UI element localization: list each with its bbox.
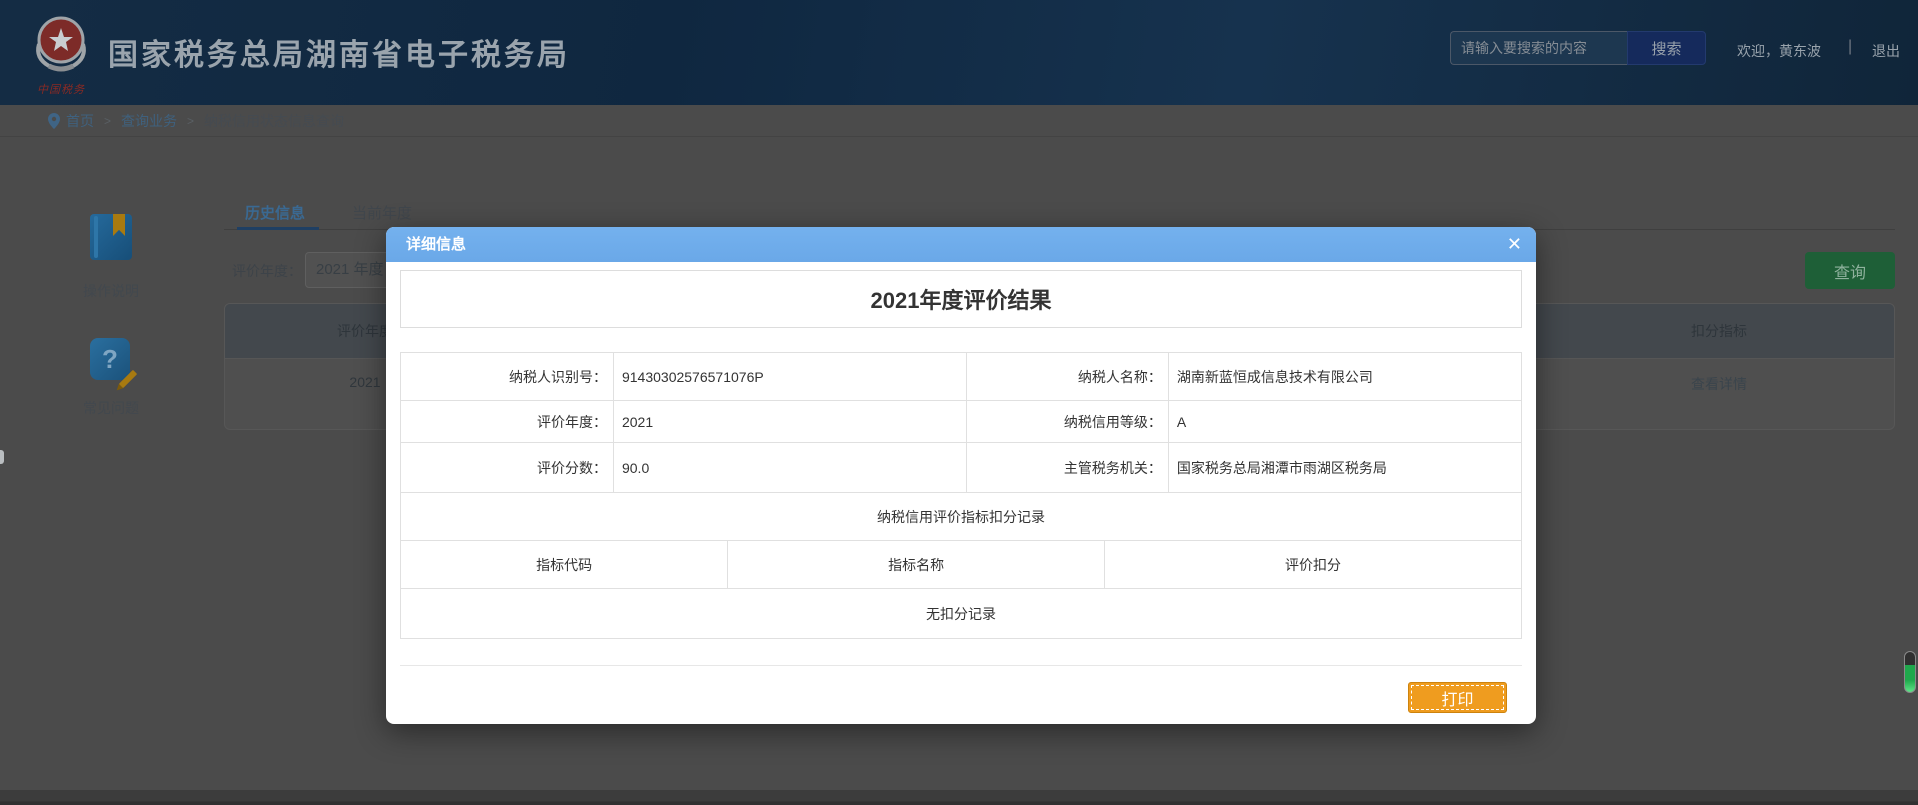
breadcrumb-separator: > (187, 114, 194, 128)
book-icon[interactable] (90, 214, 132, 260)
modal-title: 详细信息 (406, 236, 466, 253)
evaluation-year-label: 评价年度： (401, 401, 614, 443)
tab-current-year[interactable]: 当前年度 (352, 202, 412, 223)
column-evaluation-deduction: 评价扣分 (1104, 541, 1521, 589)
breadcrumb-current: 纳税信用状态信息查询 (204, 111, 344, 131)
credit-grade-value: A (1168, 401, 1521, 443)
header-divider: | (1848, 38, 1852, 56)
table-row: 评价分数： 90.0 主管税务机关： 国家税务总局湘潭市雨湖区税务局 (401, 443, 1522, 493)
tab-history-info[interactable]: 历史信息 (245, 202, 305, 223)
deduction-table: 指标代码 指标名称 评价扣分 无扣分记录 (400, 540, 1522, 639)
detail-modal: 详细信息 ✕ 2021年度评价结果 纳税人识别号： 91430302576571… (386, 227, 1536, 724)
sidebar-item-instructions[interactable]: 操作说明 (51, 281, 171, 301)
site-header: 中国税务 国家税务总局湖南省电子税务局 搜索 欢迎，黄东波 | 退出 (0, 0, 1918, 105)
evaluation-info-table: 纳税人识别号： 91430302576571076P 纳税人名称： 湖南新蓝恒成… (400, 352, 1522, 541)
scroll-indicator[interactable] (1904, 651, 1916, 693)
evaluation-year-label: 评价年度： (232, 261, 302, 281)
modal-title-bar: 详细信息 ✕ (386, 227, 1536, 262)
column-indicator-code: 指标代码 (401, 541, 728, 589)
deduction-section-title: 纳税信用评价指标扣分记录 (401, 493, 1522, 541)
deduction-table-header: 指标代码 指标名称 评价扣分 (401, 541, 1522, 589)
breadcrumb-home[interactable]: 首页 (66, 111, 94, 131)
view-details-link[interactable]: 查看详情 (1544, 374, 1894, 394)
breadcrumb-query-business[interactable]: 查询业务 (121, 111, 177, 131)
evaluation-score-label: 评价分数： (401, 443, 614, 493)
active-tab-underline (237, 227, 319, 230)
welcome-text: 欢迎，黄东波 (1737, 41, 1821, 61)
evaluation-result-heading: 2021年度评价结果 (400, 270, 1522, 328)
national-emblem-icon (29, 10, 93, 74)
tax-authority-value: 国家税务总局湘潭市雨湖区税务局 (1168, 443, 1521, 493)
close-icon[interactable]: ✕ (1507, 227, 1522, 262)
query-button[interactable]: 查询 (1805, 252, 1895, 289)
taxpayer-name-label: 纳税人名称： (967, 353, 1169, 401)
sidebar-item-faq[interactable]: 常见问题 (51, 398, 171, 418)
evaluation-score-value: 90.0 (613, 443, 966, 493)
evaluation-year-value: 2021 (613, 401, 966, 443)
location-pin-icon (48, 113, 60, 129)
taxpayer-name-value: 湖南新蓝恒成信息技术有限公司 (1168, 353, 1521, 401)
tax-bureau-logo: 中国税务 (24, 10, 98, 97)
question-pencil-icon[interactable]: ? (90, 338, 130, 380)
search-input[interactable] (1450, 31, 1627, 65)
column-indicator-name: 指标名称 (728, 541, 1105, 589)
breadcrumb: 首页 > 查询业务 > 纳税信用状态信息查询 (0, 105, 1918, 137)
table-row: 纳税信用评价指标扣分记录 (401, 493, 1522, 541)
edge-drawer-handle[interactable] (0, 450, 4, 464)
table-row: 评价年度： 2021 纳税信用等级： A (401, 401, 1522, 443)
logo-caption: 中国税务 (24, 81, 98, 97)
breadcrumb-separator: > (104, 114, 111, 128)
logout-link[interactable]: 退出 (1872, 41, 1900, 61)
credit-grade-label: 纳税信用等级： (967, 401, 1169, 443)
tax-authority-label: 主管税务机关： (967, 443, 1169, 493)
column-deduction-indicator: 扣分指标 (1544, 321, 1894, 341)
modal-footer-divider (400, 665, 1522, 666)
page-footer (0, 790, 1918, 805)
search-button[interactable]: 搜索 (1627, 31, 1706, 65)
site-title: 国家税务总局湖南省电子税务局 (108, 30, 570, 74)
table-row: 纳税人识别号： 91430302576571076P 纳税人名称： 湖南新蓝恒成… (401, 353, 1522, 401)
no-deduction-record-text: 无扣分记录 (401, 589, 1522, 639)
taxpayer-id-label: 纳税人识别号： (401, 353, 614, 401)
modal-body: 2021年度评价结果 纳税人识别号： 91430302576571076P 纳税… (386, 270, 1536, 713)
print-button[interactable]: 打印 (1408, 682, 1507, 713)
taxpayer-id-value: 91430302576571076P (613, 353, 966, 401)
table-row: 无扣分记录 (401, 589, 1522, 639)
